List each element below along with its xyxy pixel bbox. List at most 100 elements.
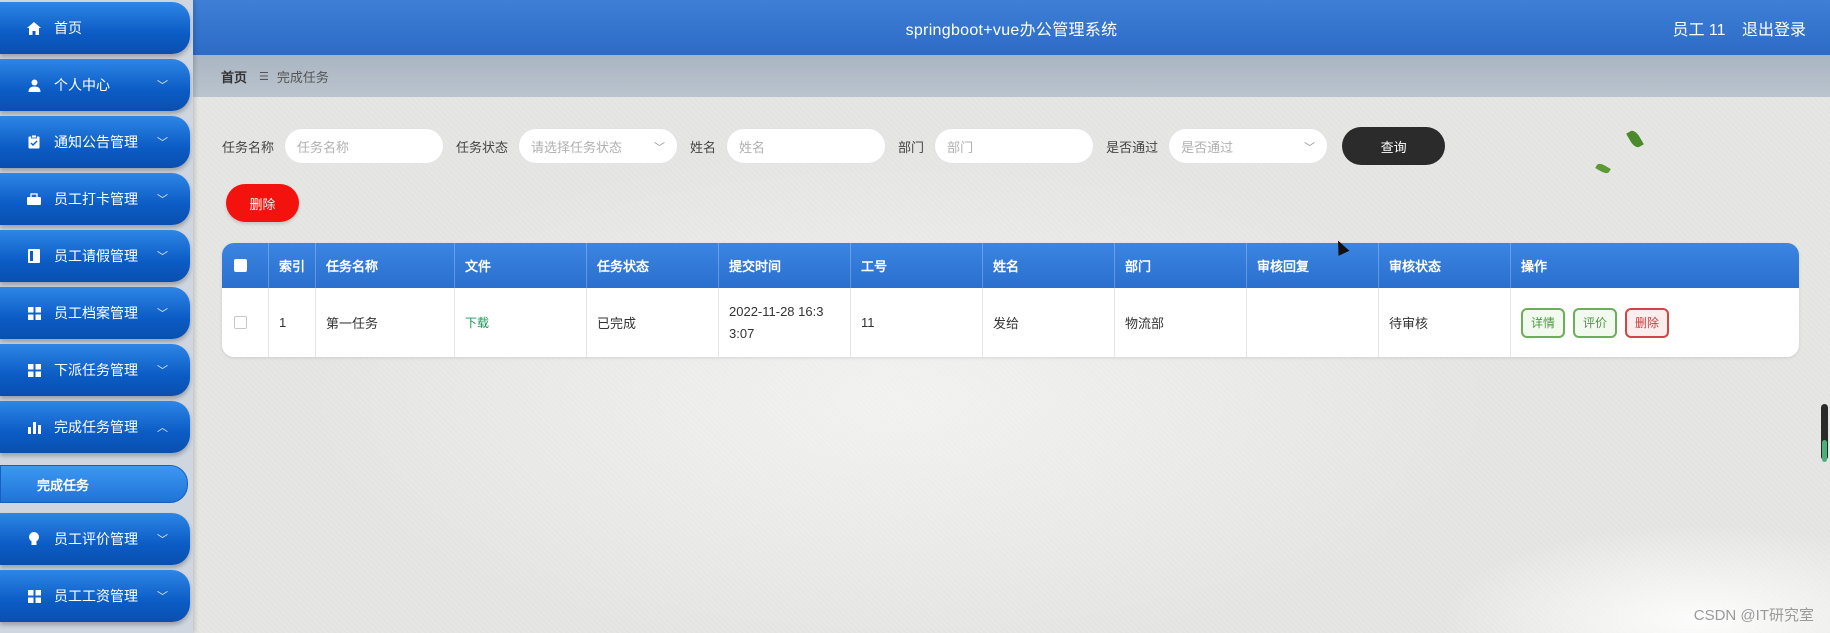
chevron-down-icon: ﹀ bbox=[157, 308, 168, 320]
cell-name: 发给 bbox=[983, 288, 1115, 357]
sidebar-subitem-complete-task[interactable]: 完成任务 bbox=[0, 465, 188, 503]
sidebar-item-archive[interactable]: 员工档案管理 ﹀ bbox=[0, 287, 190, 339]
name-label: 姓名 bbox=[690, 139, 717, 155]
select-all-checkbox[interactable] bbox=[234, 259, 247, 272]
watermark: CSDN @IT研究室 bbox=[1693, 607, 1814, 624]
cell-emp-no: 11 bbox=[851, 288, 983, 357]
logout-link[interactable]: 退出登录 bbox=[1742, 22, 1806, 39]
submit-time-line1: 2022-11-28 16:3 bbox=[729, 303, 824, 319]
breadcrumb-separator-icon: ☰ bbox=[259, 70, 269, 83]
sidebar-item-label: 员工请假管理 bbox=[54, 248, 138, 264]
top-header: springboot+vue办公管理系统 员工 11 退出登录 bbox=[193, 0, 1830, 55]
dept-label: 部门 bbox=[898, 139, 925, 155]
sidebar-item-leave[interactable]: 员工请假管理 ﹀ bbox=[0, 230, 190, 282]
chevron-down-icon: ﹀ bbox=[1304, 142, 1316, 154]
col-submit-time: 提交时间 bbox=[719, 243, 851, 288]
name-input[interactable]: 姓名 bbox=[726, 128, 887, 164]
sidebar-item-label: 员工评价管理 bbox=[54, 531, 138, 547]
sidebar-item-label: 员工档案管理 bbox=[54, 305, 138, 321]
sidebar-item-salary[interactable]: 员工工资管理 ﹀ bbox=[0, 570, 190, 622]
row-select-cell bbox=[222, 288, 269, 357]
chevron-down-icon: ﹀ bbox=[654, 142, 666, 154]
breadcrumb: 首页 ☰ 完成任务 bbox=[193, 55, 1830, 97]
col-review-status: 审核状态 bbox=[1379, 243, 1511, 288]
home-icon bbox=[26, 20, 42, 36]
col-status: 任务状态 bbox=[587, 243, 719, 288]
chevron-down-icon: ﹀ bbox=[157, 251, 168, 263]
briefcase-icon bbox=[26, 191, 42, 207]
sidebar-item-profile[interactable]: 个人中心 ﹀ bbox=[0, 59, 190, 111]
row-delete-button[interactable]: 删除 bbox=[1625, 307, 1670, 338]
col-name: 姓名 bbox=[983, 243, 1115, 288]
download-link[interactable]: 下载 bbox=[465, 314, 489, 331]
user-icon bbox=[26, 77, 42, 93]
breadcrumb-home[interactable]: 首页 bbox=[221, 67, 247, 86]
table-header: 索引 任务名称 文件 任务状态 提交时间 工号 姓名 部门 审核回复 审核状态 … bbox=[222, 243, 1799, 288]
book-icon bbox=[26, 248, 42, 264]
task-status-label: 任务状态 bbox=[456, 139, 509, 155]
dept-input[interactable]: 部门 bbox=[934, 128, 1095, 164]
grid-icon bbox=[26, 362, 42, 378]
cell-review-reply bbox=[1247, 288, 1379, 357]
detail-button[interactable]: 详情 bbox=[1521, 307, 1566, 338]
chevron-down-icon: ﹀ bbox=[157, 591, 168, 603]
grid-icon bbox=[26, 305, 42, 321]
cell-task-name: 第一任务 bbox=[316, 288, 455, 357]
sidebar-item-home[interactable]: 首页 bbox=[0, 2, 190, 54]
sidebar-item-evaluation[interactable]: 员工评价管理 ﹀ bbox=[0, 513, 190, 565]
sidebar-item-label: 下派任务管理 bbox=[54, 362, 138, 378]
col-index: 索引 bbox=[269, 243, 316, 288]
row-checkbox[interactable] bbox=[234, 316, 247, 329]
cell-submit-time: 2022-11-28 16:3 3:07 bbox=[719, 288, 851, 357]
cell-index: 1 bbox=[269, 288, 316, 357]
sidebar-item-label: 员工打卡管理 bbox=[54, 191, 138, 207]
clipboard-icon bbox=[26, 134, 42, 150]
col-dept: 部门 bbox=[1115, 243, 1247, 288]
search-form: 任务名称 任务名称 任务状态 请选择任务状态 ﹀ 姓名 姓名 部门 部门 是否通… bbox=[222, 127, 1446, 165]
sidebar: 首页 个人中心 ﹀ 通知公告管理 ﹀ 员工打卡管理 ﹀ 员工请假管理 ﹀ 员工档… bbox=[0, 0, 193, 633]
sidebar-item-label: 个人中心 bbox=[54, 77, 110, 93]
sidebar-item-label: 员工工资管理 bbox=[54, 588, 138, 604]
user-label: 员工 11 bbox=[1672, 22, 1726, 39]
sidebar-item-label: 完成任务管理 bbox=[54, 419, 138, 435]
sidebar-item-complete-task[interactable]: 完成任务管理 ︿ bbox=[0, 401, 190, 453]
sidebar-item-label: 通知公告管理 bbox=[54, 134, 138, 150]
task-table: 索引 任务名称 文件 任务状态 提交时间 工号 姓名 部门 审核回复 审核状态 … bbox=[222, 243, 1799, 357]
chevron-down-icon: ﹀ bbox=[157, 194, 168, 206]
chevron-down-icon: ﹀ bbox=[157, 534, 168, 546]
cell-file: 下载 bbox=[455, 288, 587, 357]
task-status-select[interactable]: 请选择任务状态 ﹀ bbox=[518, 128, 679, 164]
bar-chart-icon bbox=[26, 419, 42, 435]
select-all-cell bbox=[222, 243, 269, 288]
name-placeholder: 姓名 bbox=[739, 139, 766, 155]
col-review-reply: 审核回复 bbox=[1247, 243, 1379, 288]
table-row: 1 第一任务 下载 已完成 2022-11-28 16:3 3:07 11 发给… bbox=[222, 288, 1799, 357]
dept-placeholder: 部门 bbox=[947, 139, 974, 155]
cell-dept: 物流部 bbox=[1115, 288, 1247, 357]
col-file: 文件 bbox=[455, 243, 587, 288]
passed-select[interactable]: 是否通过 ﹀ bbox=[1168, 128, 1329, 164]
cell-status: 已完成 bbox=[587, 288, 719, 357]
chevron-up-icon: ︿ bbox=[157, 422, 168, 434]
col-task-name: 任务名称 bbox=[316, 243, 455, 288]
sidebar-item-assign-task[interactable]: 下派任务管理 ﹀ bbox=[0, 344, 190, 396]
rate-button[interactable]: 评价 bbox=[1573, 307, 1618, 338]
sidebar-item-notice[interactable]: 通知公告管理 ﹀ bbox=[0, 116, 190, 168]
passed-label: 是否通过 bbox=[1106, 139, 1159, 155]
submit-time-line2: 3:07 bbox=[729, 325, 755, 341]
task-name-label: 任务名称 bbox=[222, 139, 275, 155]
app-title: springboot+vue办公管理系统 bbox=[905, 22, 1118, 39]
chevron-down-icon: ﹀ bbox=[157, 365, 168, 377]
task-name-input[interactable]: 任务名称 bbox=[284, 128, 445, 164]
sidebar-item-attendance[interactable]: 员工打卡管理 ﹀ bbox=[0, 173, 190, 225]
bulb-icon bbox=[26, 531, 42, 547]
chevron-down-icon: ﹀ bbox=[157, 137, 168, 149]
breadcrumb-current: 完成任务 bbox=[276, 69, 329, 85]
task-status-placeholder: 请选择任务状态 bbox=[531, 139, 623, 155]
cell-actions: 详情 评价 删除 bbox=[1511, 288, 1799, 357]
scrollbar-thumb-accent bbox=[1822, 440, 1827, 462]
query-button[interactable]: 查询 bbox=[1342, 127, 1446, 165]
batch-delete-button[interactable]: 删除 bbox=[226, 184, 299, 222]
grid-icon bbox=[26, 588, 42, 604]
passed-placeholder: 是否通过 bbox=[1181, 139, 1234, 155]
